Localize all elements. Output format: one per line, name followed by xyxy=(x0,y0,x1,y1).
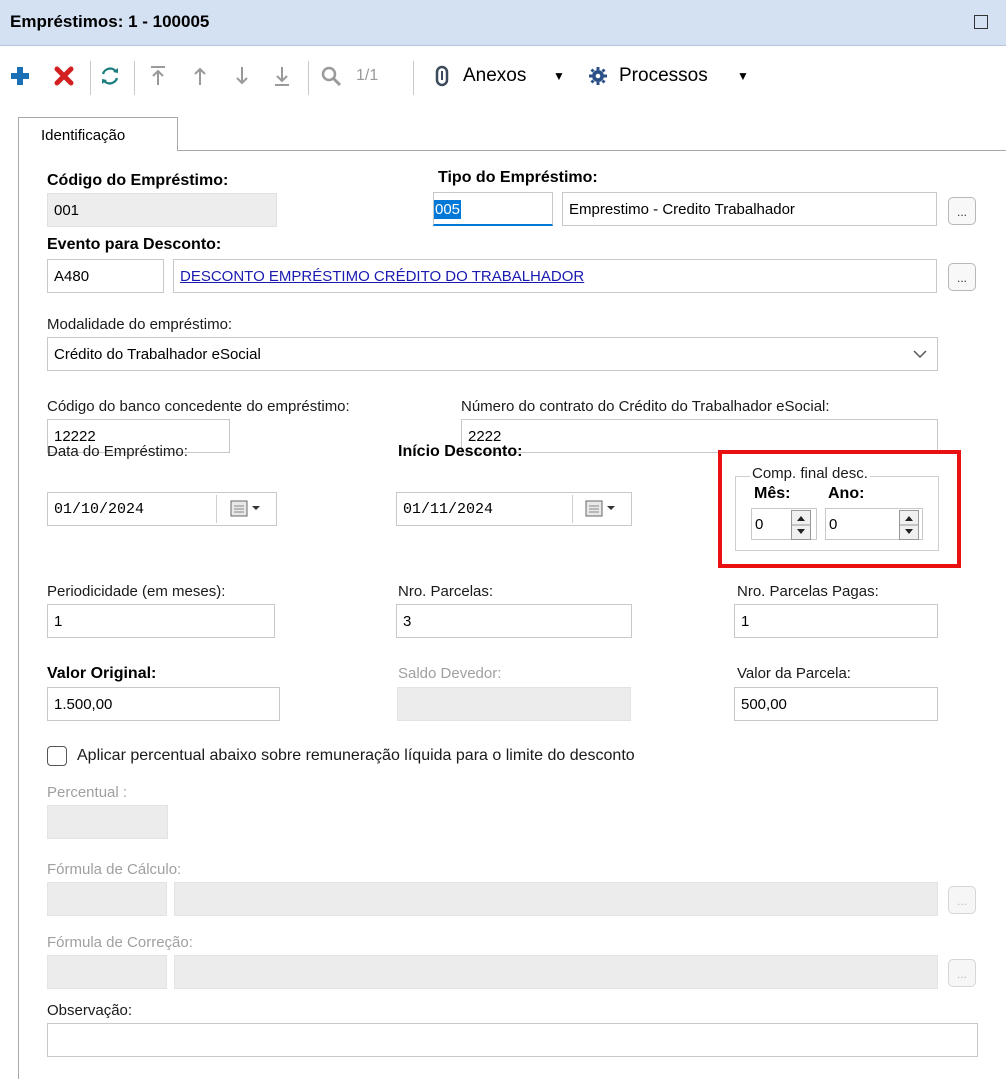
ano-value: 0 xyxy=(829,516,838,533)
evento-desconto-lookup-button[interactable]: ... xyxy=(948,263,976,291)
formula-correcao-label: Fórmula de Correção: xyxy=(47,934,193,951)
mes-spin-buttons[interactable] xyxy=(791,510,811,540)
observacao-label: Observação: xyxy=(47,1002,133,1019)
formula-correcao-description-field xyxy=(174,955,938,989)
inicio-desconto-value: 01/11/2024 xyxy=(403,501,494,518)
tipo-emprestimo-label: Tipo do Empréstimo: xyxy=(438,169,598,186)
modalidade-select[interactable]: Crédito do Trabalhador eSocial xyxy=(47,337,938,371)
tipo-emprestimo-description-field[interactable]: Emprestimo - Credito Trabalhador xyxy=(562,192,937,226)
maximize-icon[interactable] xyxy=(974,15,988,29)
toolbar-separator xyxy=(308,61,309,95)
chevron-down-icon[interactable]: ▼ xyxy=(553,69,565,83)
tipo-emprestimo-lookup-button[interactable]: ... xyxy=(948,197,976,225)
delete-icon[interactable] xyxy=(52,61,76,91)
toolbar-separator xyxy=(413,61,414,95)
chevron-down-icon[interactable]: ▼ xyxy=(737,69,749,83)
tipo-emprestimo-code-field[interactable]: 005 xyxy=(433,192,553,226)
observacao-field[interactable] xyxy=(47,1023,978,1057)
toolbar-separator xyxy=(134,61,135,95)
last-record-icon[interactable] xyxy=(270,61,294,91)
toolbar-separator xyxy=(90,61,91,95)
tab-label: Identificação xyxy=(41,127,126,144)
formula-calculo-lookup-button: ... xyxy=(948,886,976,914)
add-icon[interactable] xyxy=(8,61,32,91)
codigo-banco-label: Código do banco concedente do empréstimo… xyxy=(47,398,350,415)
evento-desconto-label: Evento para Desconto: xyxy=(47,236,222,253)
gear-icon xyxy=(586,61,610,91)
saldo-devedor-field xyxy=(397,687,631,721)
percentual-label: Percentual : xyxy=(47,784,128,801)
nro-parcelas-label: Nro. Parcelas: xyxy=(398,583,494,600)
previous-record-icon[interactable] xyxy=(188,61,212,91)
calendar-icon[interactable] xyxy=(230,500,264,523)
valor-parcela-label: Valor da Parcela: xyxy=(737,665,851,682)
mes-label: Mês: xyxy=(754,485,791,502)
evento-desconto-code-field[interactable]: A480 xyxy=(47,259,164,293)
nro-parcelas-field[interactable]: 3 xyxy=(396,604,632,638)
page-indicator: 1/1 xyxy=(356,67,379,84)
refresh-icon[interactable] xyxy=(98,61,122,91)
search-icon[interactable] xyxy=(318,61,344,91)
saldo-devedor-label: Saldo Devedor: xyxy=(398,665,502,682)
numero-contrato-label: Número do contrato do Crédito do Trabalh… xyxy=(461,398,830,415)
inicio-desconto-label: Início Desconto: xyxy=(398,443,523,460)
first-record-icon[interactable] xyxy=(146,61,170,91)
modalidade-label: Modalidade do empréstimo: xyxy=(47,316,233,333)
processos-menu[interactable]: Processos xyxy=(619,65,708,87)
evento-desconto-description-link[interactable]: DESCONTO EMPRÉSTIMO CRÉDITO DO TRABALHAD… xyxy=(173,259,937,293)
anexos-menu[interactable]: Anexos xyxy=(463,65,526,87)
nro-parcelas-pagas-label: Nro. Parcelas Pagas: xyxy=(737,583,879,600)
field-divider xyxy=(572,495,573,523)
window-title-bar: Empréstimos: 1 - 100005 xyxy=(0,0,1006,46)
ano-spin-buttons[interactable] xyxy=(899,510,919,540)
formula-calculo-description-field xyxy=(174,882,938,916)
mes-value: 0 xyxy=(755,516,764,533)
codigo-emprestimo-field[interactable]: 001 xyxy=(47,193,277,227)
attachment-icon xyxy=(432,61,452,91)
chevron-down-icon xyxy=(913,350,927,359)
tab-identificacao[interactable]: Identificação xyxy=(18,117,178,151)
next-record-icon[interactable] xyxy=(230,61,254,91)
periodicidade-label: Periodicidade (em meses): xyxy=(47,583,226,600)
data-emprestimo-value: 01/10/2024 xyxy=(54,501,145,518)
selected-text: 005 xyxy=(434,200,462,219)
valor-original-field[interactable]: 1.500,00 xyxy=(47,687,280,721)
codigo-emprestimo-label: Código do Empréstimo: xyxy=(47,172,229,189)
tab-panel-border xyxy=(18,150,19,1079)
formula-correcao-code-field xyxy=(47,955,167,989)
numero-contrato-field[interactable]: 2222 xyxy=(461,419,938,453)
calendar-icon[interactable] xyxy=(585,500,619,523)
data-emprestimo-label: Data do Empréstimo: xyxy=(47,443,188,460)
aplicar-percentual-label: Aplicar percentual abaixo sobre remunera… xyxy=(77,747,635,764)
aplicar-percentual-checkbox[interactable] xyxy=(47,746,67,766)
ano-label: Ano: xyxy=(828,485,865,502)
percentual-field xyxy=(47,805,168,839)
field-divider xyxy=(216,495,217,523)
valor-parcela-field[interactable]: 500,00 xyxy=(734,687,938,721)
formula-calculo-code-field xyxy=(47,882,167,916)
tab-panel-border xyxy=(178,150,1006,151)
comp-final-label: Comp. final desc. xyxy=(750,465,870,482)
formula-correcao-lookup-button: ... xyxy=(948,959,976,987)
periodicidade-field[interactable]: 1 xyxy=(47,604,275,638)
modalidade-selected: Crédito do Trabalhador eSocial xyxy=(54,346,261,363)
toolbar: 1/1 Anexos ▼ Processos ▼ xyxy=(0,47,1006,107)
nro-parcelas-pagas-field[interactable]: 1 xyxy=(734,604,938,638)
window-title: Empréstimos: 1 - 100005 xyxy=(10,12,210,31)
valor-original-label: Valor Original: xyxy=(47,665,157,682)
formula-calculo-label: Fórmula de Cálculo: xyxy=(47,861,182,878)
